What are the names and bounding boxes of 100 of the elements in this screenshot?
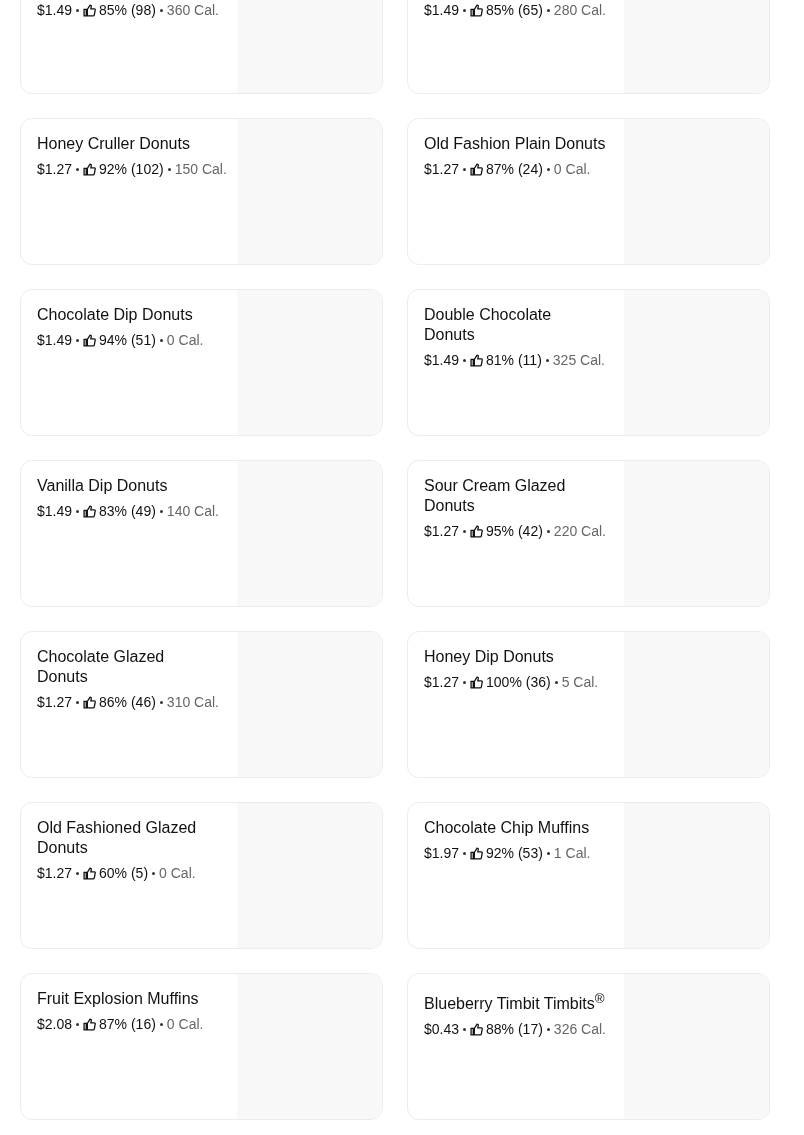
item-rating: 87% (16): [99, 1015, 156, 1033]
item-price: $1.27: [37, 693, 73, 711]
item-rating: 83% (49): [99, 502, 156, 520]
item-price: $1.27: [424, 522, 460, 540]
item-rating: 92% (102): [99, 160, 164, 178]
thumbs-up-icon: [470, 524, 484, 538]
item-rating: 85% (98): [99, 1, 156, 19]
item-calories: 325 Cal.: [552, 351, 605, 369]
item-name: Honey Dip Donuts: [424, 647, 555, 667]
separator-dot-icon: [546, 851, 550, 855]
thumbs-up-icon: [470, 3, 484, 17]
item-price: $1.27: [424, 160, 460, 178]
item-price: $2.08: [37, 1015, 73, 1033]
item-calories: 150 Cal.: [174, 160, 227, 178]
item-calories: 0 Cal.: [159, 864, 196, 882]
item-price: $1.49: [37, 1, 73, 19]
separator-dot-icon: [159, 700, 163, 704]
separator-dot-icon: [546, 8, 550, 12]
separator-dot-icon: [76, 1022, 80, 1026]
item-price: $1.49: [424, 351, 460, 369]
item-price: $1.27: [37, 864, 73, 882]
separator-dot-icon: [545, 358, 549, 362]
separator-dot-icon: [159, 8, 163, 12]
thumbs-up-icon: [83, 866, 97, 880]
item-name: Sour Cream Glazed Donuts: [424, 476, 567, 516]
menu-item-card[interactable]: Honey Dip Donuts $1.27 100% (36) 5 Cal.: [407, 631, 770, 778]
item-name: Chocolate Chip Muffins: [424, 818, 591, 838]
thumbs-up-icon: [83, 162, 97, 176]
separator-dot-icon: [546, 167, 550, 171]
separator-dot-icon: [554, 680, 558, 684]
item-price: $1.49: [37, 331, 73, 349]
thumbs-up-icon: [470, 162, 484, 176]
thumbs-up-icon: [83, 333, 97, 347]
separator-dot-icon: [76, 8, 80, 12]
item-rating: 95% (42): [486, 522, 543, 540]
menu-item-card[interactable]: $1.49 85% (98) 360 Cal.: [20, 0, 383, 94]
item-rating: 92% (53): [486, 844, 543, 862]
separator-dot-icon: [463, 358, 467, 362]
item-name: Double Chocolate Donuts: [424, 305, 553, 345]
menu-item-card[interactable]: Vanilla Dip Donuts $1.49 83% (49) 140 Cal.: [20, 460, 383, 607]
item-calories: 0 Cal.: [166, 331, 204, 349]
menu-item-card[interactable]: Old Fashion Plain Donuts $1.27 87% (24) 0 Cal.: [407, 118, 770, 265]
item-rating: 94% (51): [99, 331, 156, 349]
item-rating: 86% (46): [99, 693, 156, 711]
menu-item-card[interactable]: $1.49 85% (65) 280 Cal.: [407, 0, 770, 94]
item-calories: 326 Cal.: [553, 1020, 606, 1039]
item-calories: 280 Cal.: [553, 1, 606, 19]
item-name: Chocolate Glazed Donuts: [37, 647, 166, 687]
separator-dot-icon: [463, 1027, 467, 1031]
thumbs-up-icon: [470, 846, 484, 860]
separator-dot-icon: [159, 338, 163, 342]
menu-item-card[interactable]: Blueberry Timbit Timbits$^{®}$ $0.43 88% (17) 326 Cal.: [407, 973, 770, 1120]
item-name: Blueberry Timbit Timbits$^{®}$: [424, 990, 606, 1015]
item-calories: 310 Cal.: [166, 693, 219, 711]
item-rating: 60% (5): [99, 864, 149, 882]
item-rating: 87% (24): [486, 160, 543, 178]
item-calories: 140 Cal.: [166, 502, 219, 520]
separator-dot-icon: [76, 700, 80, 704]
separator-dot-icon: [76, 871, 80, 875]
separator-dot-icon: [152, 871, 156, 875]
menu-item-card[interactable]: Sour Cream Glazed Donuts $1.27 95% (42) 220 Cal.: [407, 460, 770, 607]
menu-item-card[interactable]: Chocolate Glazed Donuts $1.27 86% (46) 310 Cal.: [20, 631, 383, 778]
item-name: Fruit Explosion Muffins: [37, 989, 200, 1009]
item-name: Old Fashioned Glazed Donuts: [37, 818, 198, 858]
item-name: Old Fashion Plain Donuts: [424, 134, 606, 154]
menu-item-card[interactable]: Chocolate Chip Muffins $1.97 92% (53) 1 Cal.: [407, 802, 770, 949]
separator-dot-icon: [76, 338, 80, 342]
thumbs-up-icon: [470, 353, 484, 367]
thumbs-up-icon: [83, 504, 97, 518]
item-price: $1.27: [37, 160, 73, 178]
item-name: Vanilla Dip Donuts: [37, 476, 169, 496]
item-price: $0.43: [424, 1020, 460, 1039]
separator-dot-icon: [76, 167, 80, 171]
item-name: Honey Cruller Donuts: [37, 134, 191, 154]
thumbs-up-icon: [83, 695, 97, 709]
separator-dot-icon: [159, 509, 163, 513]
item-price: $1.27: [424, 673, 460, 691]
item-calories: 0 Cal.: [166, 1015, 204, 1033]
separator-dot-icon: [463, 680, 467, 684]
item-calories: 360 Cal.: [166, 1, 219, 19]
item-rating: 81% (11): [486, 351, 542, 369]
thumbs-up-icon: [470, 675, 484, 689]
item-price: $1.49: [37, 502, 73, 520]
item-calories: 220 Cal.: [553, 522, 606, 540]
menu-item-card[interactable]: Honey Cruller Donuts $1.27 92% (102) 150 Cal.: [20, 118, 383, 265]
separator-dot-icon: [76, 509, 80, 513]
thumbs-up-icon: [83, 1017, 97, 1031]
separator-dot-icon: [463, 167, 467, 171]
separator-dot-icon: [546, 529, 550, 533]
item-calories: 1 Cal.: [553, 844, 591, 862]
item-rating: 85% (65): [486, 1, 543, 19]
item-calories: 0 Cal.: [553, 160, 591, 178]
menu-item-card[interactable]: Old Fashioned Glazed Donuts $1.27 60% (5) 0 Cal.: [20, 802, 383, 949]
separator-dot-icon: [463, 8, 467, 12]
menu-item-card[interactable]: Chocolate Dip Donuts $1.49 94% (51) 0 Cal.: [20, 289, 383, 436]
menu-item-card[interactable]: Fruit Explosion Muffins $2.08 87% (16) 0 Cal.: [20, 973, 383, 1120]
item-rating: 100% (36): [486, 673, 551, 691]
separator-dot-icon: [463, 529, 467, 533]
item-name: Chocolate Dip Donuts: [37, 305, 194, 325]
menu-item-card[interactable]: Double Chocolate Donuts $1.49 81% (11) 325 Cal.: [407, 289, 770, 436]
